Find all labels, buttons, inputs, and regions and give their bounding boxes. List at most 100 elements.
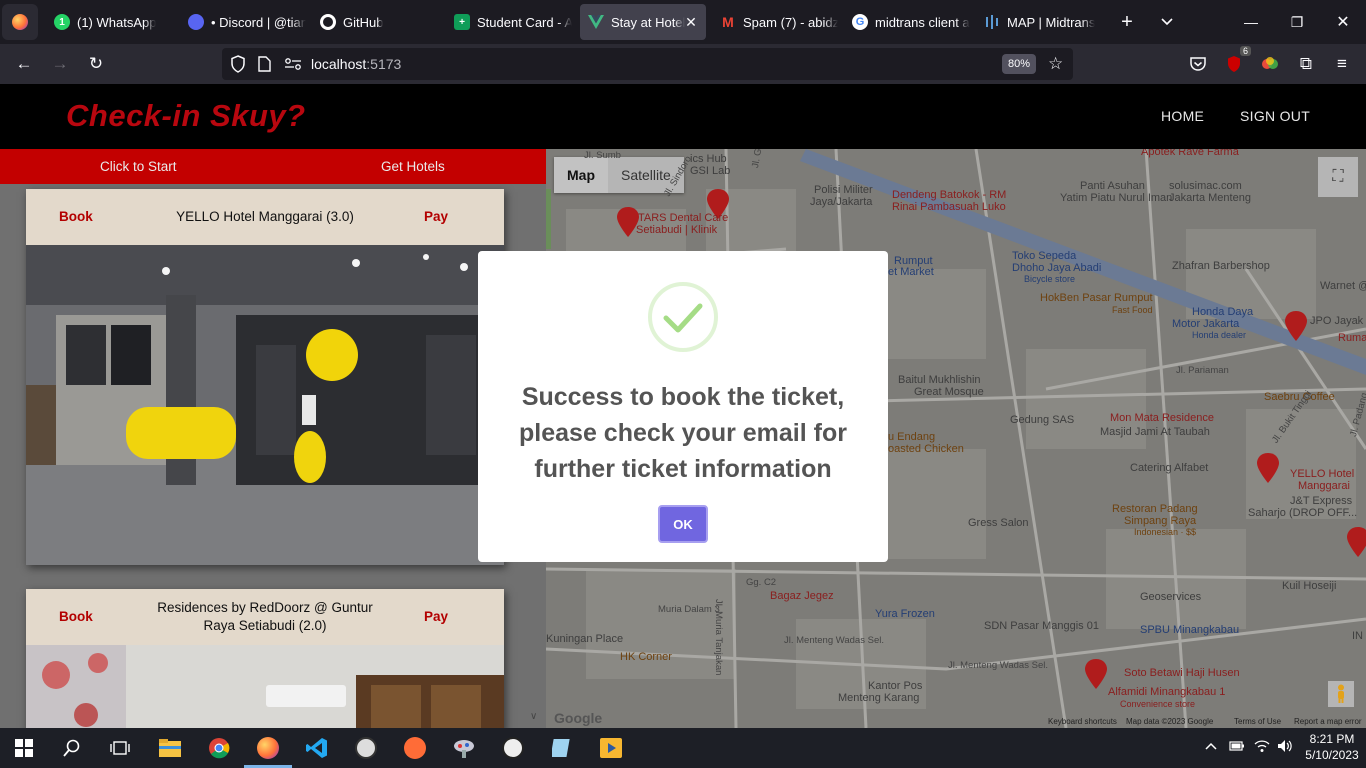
map-label[interactable]: Menteng Karang [838,692,919,704]
firefox-view-button[interactable] [2,4,38,40]
map-label[interactable]: Zhafran Barbershop [1172,260,1270,272]
brand-title[interactable]: Check-in Skuy? [66,98,306,134]
tab-midtrans-client[interactable]: G midtrans client a [844,4,970,40]
back-icon[interactable]: ← [11,52,37,76]
bookmark-star-icon[interactable]: ☆ [1048,54,1063,74]
wifi-icon[interactable] [1254,739,1270,756]
battery-icon[interactable] [1229,740,1245,755]
map-label[interactable]: Kantor Pos [868,680,922,692]
map-report-error-link[interactable]: Report a map error [1294,717,1362,726]
map-label[interactable]: Great Mosque [914,386,984,398]
map-label[interactable]: solusimac.com [1169,180,1242,192]
map-label[interactable]: Jl. Muria Tanjakan [712,599,724,675]
map-label[interactable]: GSI Lab [690,165,730,177]
map-label[interactable]: Gress Salon [968,517,1029,529]
map-label[interactable]: Catering Alfabet [1130,462,1208,474]
volume-icon[interactable] [1277,739,1293,756]
map-label[interactable]: SDN Pasar Manggis 01 [984,620,1099,632]
app-icon[interactable] [450,734,478,762]
tab-gmail[interactable]: M Spam (7) - abidza [712,4,838,40]
list-tabs-button[interactable] [1144,0,1190,44]
map-label[interactable]: IN [1352,630,1363,642]
map-label[interactable]: Fast Food [1112,304,1153,316]
minimize-button[interactable]: — [1228,0,1274,44]
map-label[interactable]: Kuningan Place [546,633,623,645]
map-label[interactable]: HokBen Pasar Rumput [1040,292,1153,304]
map-label[interactable]: u Endang [888,431,935,443]
shield-icon[interactable] [230,55,246,78]
vscode-icon[interactable] [303,734,331,762]
ok-button[interactable]: OK [658,505,708,543]
map-label[interactable]: oasted Chicken [888,443,964,455]
map-label[interactable]: Honda dealer [1192,329,1246,341]
extensions-puzzle-icon[interactable]: ⧉ [1293,52,1319,76]
map-label[interactable]: Restoran Padang [1112,503,1198,515]
map-label[interactable]: Bagaz Jegez [770,590,834,602]
click-to-start-button[interactable]: Click to Start [100,159,177,174]
map-label[interactable]: Honda Daya [1192,306,1253,318]
map-label[interactable]: Jl. Menteng Wadas Sel. [948,660,1048,672]
map-terms-link[interactable]: Terms of Use [1234,717,1281,726]
map-label[interactable]: Rinai Pambasuah Luko [892,201,1006,213]
map-label[interactable]: Gedung SAS [1010,414,1074,426]
map-label[interactable]: HK Corner [620,651,672,663]
map-label[interactable]: Polisi Militer [814,184,873,196]
search-icon[interactable] [58,734,86,762]
menu-hamburger-icon[interactable]: ≡ [1329,52,1355,76]
map-label[interactable]: Soto Betawi Haji Husen [1124,667,1240,679]
map-label[interactable]: Kuil Hoseiji [1282,580,1336,592]
url-text[interactable]: localhost:5173 [311,56,401,72]
tab-discord[interactable]: • Discord | @tianI [180,4,306,40]
map-label[interactable]: Jl. Sumb [584,150,621,162]
media-player-icon[interactable] [597,734,625,762]
map-label[interactable]: Yura Frozen [875,608,935,620]
map-label[interactable]: Geoservices [1140,591,1201,603]
map-label[interactable]: Jakarta Menteng [1169,192,1251,204]
firefox-taskbar-icon[interactable] [254,734,282,762]
extension-colorful-icon[interactable] [1257,52,1283,76]
tab-github[interactable]: GitHub [312,4,438,40]
pegman-icon[interactable] [1328,681,1354,707]
map-label[interactable]: Muria Dalam 3 [658,604,720,616]
tab-student-card[interactable]: + Student Card - Al [446,4,572,40]
windows-start-icon[interactable] [10,734,38,762]
notepad-icon[interactable] [548,734,576,762]
tab-close-icon[interactable]: ✕ [682,13,700,31]
map-label[interactable]: Manggarai [1298,480,1350,492]
map-label[interactable]: Alfamidi Minangkabau 1 [1108,686,1225,698]
tray-chevron-icon[interactable] [1205,739,1217,753]
nav-sign-out-link[interactable]: SIGN OUT [1240,108,1310,124]
map-label[interactable]: Setiabudi | Klinik [636,224,717,236]
app-icon[interactable] [352,734,380,762]
map-label[interactable]: ics Hub [690,153,727,165]
page-icon[interactable] [258,56,271,77]
map-label[interactable]: Indonesian · $$ [1134,526,1196,538]
reload-icon[interactable]: ↻ [83,52,109,76]
pocket-icon[interactable] [1185,52,1211,76]
postman-icon[interactable] [401,734,429,762]
nav-home-link[interactable]: HOME [1161,108,1204,124]
book-button[interactable]: Book [59,609,93,624]
pay-button[interactable]: Pay [424,609,448,624]
map-label[interactable]: TARS Dental Care [638,212,728,224]
get-hotels-button[interactable]: Get Hotels [381,159,445,174]
map-label[interactable]: Baitul Mukhlishin [898,374,981,386]
file-explorer-icon[interactable] [156,734,184,762]
tab-stay-at-hotel[interactable]: Stay at Hotel ✕ [580,4,706,40]
pay-button[interactable]: Pay [424,209,448,224]
scroll-down-icon[interactable]: ∨ [530,711,537,722]
permissions-icon[interactable] [284,57,302,75]
map-label[interactable]: SPBU Minangkabau [1140,624,1239,636]
map-label[interactable]: Yatim Piatu Nurul Iman [1060,192,1172,204]
map-label[interactable]: YELLO Hotel [1290,468,1354,480]
restore-button[interactable]: ❐ [1274,0,1320,44]
map-label[interactable]: Warnet @ [1320,280,1366,292]
map-label[interactable]: Masjid Jami At Taubah [1100,426,1210,438]
url-bar[interactable]: localhost:5173 80% ☆ [222,48,1073,80]
app-icon[interactable] [499,734,527,762]
system-clock[interactable]: 8:21 PM 5/10/2023 [1304,731,1360,763]
tab-map-midtrans[interactable]: MAP | Midtrans [976,4,1102,40]
map-label[interactable]: J&T Express [1290,495,1352,507]
fullscreen-icon[interactable]: ⛶ [1318,157,1358,197]
book-button[interactable]: Book [59,209,93,224]
